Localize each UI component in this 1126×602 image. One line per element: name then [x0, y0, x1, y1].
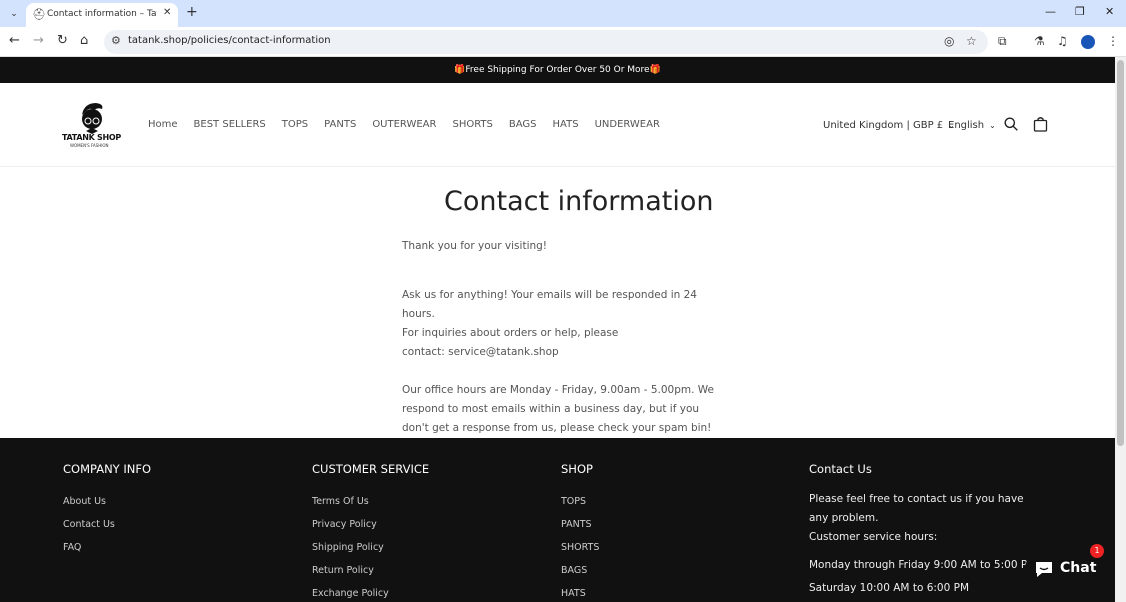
footer-heading-shop: SHOP	[561, 462, 593, 476]
tab-title: Contact information – Tatank Sh	[47, 9, 157, 19]
language-selector[interactable]: English ⌄	[948, 120, 996, 131]
footer-heading-contact: Contact Us	[809, 462, 872, 476]
announcement-bar: 🎁Free Shipping For Order Over 50 Or More…	[0, 57, 1115, 83]
page-title: Contact information	[444, 186, 714, 217]
tab-search-icon[interactable]: ⌄	[6, 6, 22, 22]
chat-button[interactable]: Chat	[1025, 549, 1101, 589]
nav-home[interactable]: Home	[148, 119, 178, 130]
footer-link-tops[interactable]: TOPS	[561, 490, 599, 513]
logo-subtext: WOMEN'S FASHION	[70, 143, 109, 148]
footer-hours-saturday: Saturday 10:00 AM to 6:00 PM	[809, 582, 970, 594]
footer-contact-us: Contact Us Please feel free to contact u…	[809, 462, 1039, 594]
footer-link-about[interactable]: About Us	[63, 490, 151, 513]
footer-customer-service: CUSTOMER SERVICE Terms Of Us Privacy Pol…	[312, 462, 429, 602]
main-nav: Home BEST SELLERS TOPS PANTS OUTERWEAR S…	[148, 119, 676, 130]
labs-icon[interactable]: ⚗	[1034, 34, 1045, 48]
paragraph-inquiries: For inquiries about orders or help, plea…	[402, 327, 619, 358]
minimize-icon[interactable]: —	[1045, 5, 1056, 18]
extensions-icon[interactable]: ⧉	[998, 34, 1007, 49]
chevron-down-icon: ⌄	[989, 121, 996, 130]
logo-text: TATANK SHOP	[62, 133, 121, 142]
site-footer: COMPANY INFO About Us Contact Us FAQ CUS…	[0, 438, 1115, 602]
page-scrollbar-thumb[interactable]	[1117, 60, 1124, 446]
site-header: TATANK SHOP WOMEN'S FASHION Home BEST SE…	[0, 83, 1115, 167]
bookmark-star-icon[interactable]: ☆	[966, 34, 977, 48]
nav-tops[interactable]: TOPS	[282, 119, 308, 130]
forward-icon[interactable]: →	[33, 33, 44, 49]
footer-heading-company: COMPANY INFO	[63, 462, 152, 476]
country-selector[interactable]: United Kingdom | GBP £ ⌄	[823, 120, 955, 131]
close-window-icon[interactable]: ✕	[1105, 5, 1114, 18]
footer-hours-label: Customer service hours:	[809, 531, 938, 543]
footer-link-hats[interactable]: HATS	[561, 582, 599, 602]
footer-link-contact[interactable]: Contact Us	[63, 513, 151, 536]
paragraph-thanks: Thank you for your visiting!	[402, 240, 548, 252]
footer-link-bags[interactable]: BAGS	[561, 559, 599, 582]
nav-bags[interactable]: BAGS	[509, 119, 537, 130]
footer-shop: SHOP TOPS PANTS SHORTS BAGS HATS	[561, 462, 599, 602]
reload-icon[interactable]: ↻	[57, 33, 68, 49]
footer-contact-text: Please feel free to contact us if you ha…	[809, 493, 1024, 524]
close-tab-icon[interactable]: ✕	[163, 7, 171, 18]
footer-link-terms[interactable]: Terms Of Us	[312, 490, 429, 513]
cart-icon[interactable]	[1033, 116, 1048, 132]
back-icon[interactable]: ←	[9, 33, 20, 49]
logo-mark-icon	[82, 103, 103, 134]
footer-link-shipping[interactable]: Shipping Policy	[312, 536, 429, 559]
footer-link-faq[interactable]: FAQ	[63, 536, 151, 559]
browser-tab-bar: ⌄ ⛑ Contact information – Tatank Sh ✕ + …	[0, 0, 1126, 27]
footer-company-info: COMPANY INFO About Us Contact Us FAQ	[63, 462, 151, 559]
nav-best-sellers[interactable]: BEST SELLERS	[194, 119, 266, 130]
nav-shorts[interactable]: SHORTS	[452, 119, 492, 130]
paragraph-ask: Ask us for anything! Your emails will be…	[402, 289, 697, 320]
browser-toolbar: ← → ↻ ⌂ ⚙ tatank.shop/policies/contact-i…	[0, 27, 1126, 57]
profile-avatar-icon[interactable]	[1081, 35, 1095, 49]
nav-underwear[interactable]: UNDERWEAR	[595, 119, 660, 130]
paragraph-office-hours: Our office hours are Monday - Friday, 9.…	[402, 384, 714, 434]
search-icon[interactable]	[1004, 117, 1018, 131]
footer-link-pants[interactable]: PANTS	[561, 513, 599, 536]
restore-icon[interactable]: ❐	[1075, 5, 1085, 18]
language-value: English	[948, 120, 985, 131]
home-icon[interactable]: ⌂	[80, 33, 88, 49]
footer-link-return[interactable]: Return Policy	[312, 559, 429, 582]
site-info-icon[interactable]: ⚙	[111, 34, 121, 47]
chat-notification-badge: 1	[1090, 544, 1104, 558]
media-icon[interactable]: ♫	[1057, 34, 1068, 48]
address-bar[interactable]: ⚙ tatank.shop/policies/contact-informati…	[104, 30, 988, 54]
footer-link-shorts[interactable]: SHORTS	[561, 536, 599, 559]
footer-link-privacy[interactable]: Privacy Policy	[312, 513, 429, 536]
new-tab-icon[interactable]: +	[186, 4, 198, 20]
chat-bubble-icon	[1036, 562, 1052, 577]
nav-outerwear[interactable]: OUTERWEAR	[372, 119, 436, 130]
url-text[interactable]: tatank.shop/policies/contact-information	[128, 35, 331, 46]
footer-heading-service: CUSTOMER SERVICE	[312, 462, 430, 476]
chat-label: Chat	[1060, 560, 1097, 576]
footer-hours-weekday: Monday through Friday 9:00 AM to 5:00 PM	[809, 559, 1037, 571]
footer-link-exchange[interactable]: Exchange Policy	[312, 582, 429, 602]
country-value: United Kingdom | GBP £	[823, 120, 944, 131]
nav-hats[interactable]: HATS	[553, 119, 579, 130]
eye-off-icon[interactable]: ◎	[944, 34, 954, 48]
site-favicon-icon: ⛑	[32, 8, 46, 21]
menu-kebab-icon[interactable]: ⋮	[1107, 34, 1119, 48]
nav-pants[interactable]: PANTS	[324, 119, 356, 130]
browser-tab[interactable]: ⛑ Contact information – Tatank Sh ✕	[26, 3, 178, 27]
